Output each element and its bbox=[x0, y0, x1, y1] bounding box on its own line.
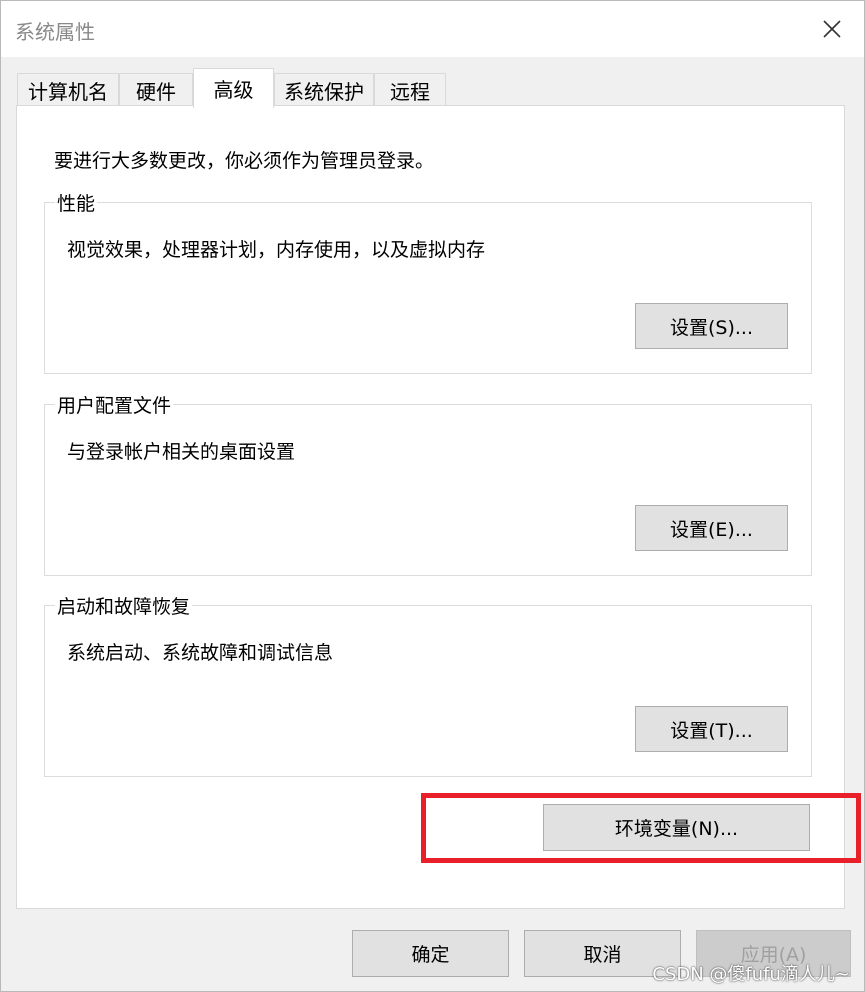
user-profiles-description: 与登录帐户相关的桌面设置 bbox=[67, 441, 296, 463]
startup-recovery-settings-button[interactable]: 设置(T)... bbox=[635, 706, 788, 752]
window-title: 系统属性 bbox=[15, 20, 95, 44]
performance-settings-button[interactable]: 设置(S)... bbox=[635, 303, 788, 349]
ok-button[interactable]: 确定 bbox=[352, 930, 509, 977]
startup-recovery-group: 启动和故障恢复 系统启动、系统故障和调试信息 设置(T)... bbox=[44, 592, 812, 777]
user-profiles-settings-button[interactable]: 设置(E)... bbox=[635, 505, 788, 551]
environment-variables-button[interactable]: 环境变量(N)... bbox=[543, 804, 810, 851]
watermark: CSDN @傻fufu滴人儿~ bbox=[652, 964, 850, 985]
close-icon bbox=[823, 20, 841, 38]
system-properties-window: 系统属性 计算机名 硬件 高级 系统保护 远程 要进行大多数更改，你必须作为管理… bbox=[0, 0, 865, 992]
tab-system-protection[interactable]: 系统保护 bbox=[274, 73, 374, 107]
tab-remote[interactable]: 远程 bbox=[374, 73, 446, 107]
startup-recovery-title: 启动和故障恢复 bbox=[55, 592, 193, 619]
tab-advanced[interactable]: 高级 bbox=[193, 68, 274, 108]
user-profiles-group: 用户配置文件 与登录帐户相关的桌面设置 设置(E)... bbox=[44, 391, 812, 576]
user-profiles-title: 用户配置文件 bbox=[55, 391, 174, 418]
advanced-tab-page: 要进行大多数更改，你必须作为管理员登录。 性能 视觉效果，处理器计划，内存使用，… bbox=[16, 105, 845, 909]
close-button[interactable] bbox=[800, 1, 864, 57]
performance-description: 视觉效果，处理器计划，内存使用，以及虚拟内存 bbox=[67, 239, 486, 261]
admin-note: 要进行大多数更改，你必须作为管理员登录。 bbox=[54, 150, 435, 172]
tab-hardware[interactable]: 硬件 bbox=[119, 73, 193, 107]
performance-title: 性能 bbox=[55, 189, 98, 216]
title-bar[interactable]: 系统属性 bbox=[1, 1, 864, 57]
performance-group: 性能 视觉效果，处理器计划，内存使用，以及虚拟内存 设置(S)... bbox=[44, 189, 812, 374]
tab-computer-name[interactable]: 计算机名 bbox=[17, 73, 119, 107]
startup-recovery-description: 系统启动、系统故障和调试信息 bbox=[67, 642, 334, 664]
